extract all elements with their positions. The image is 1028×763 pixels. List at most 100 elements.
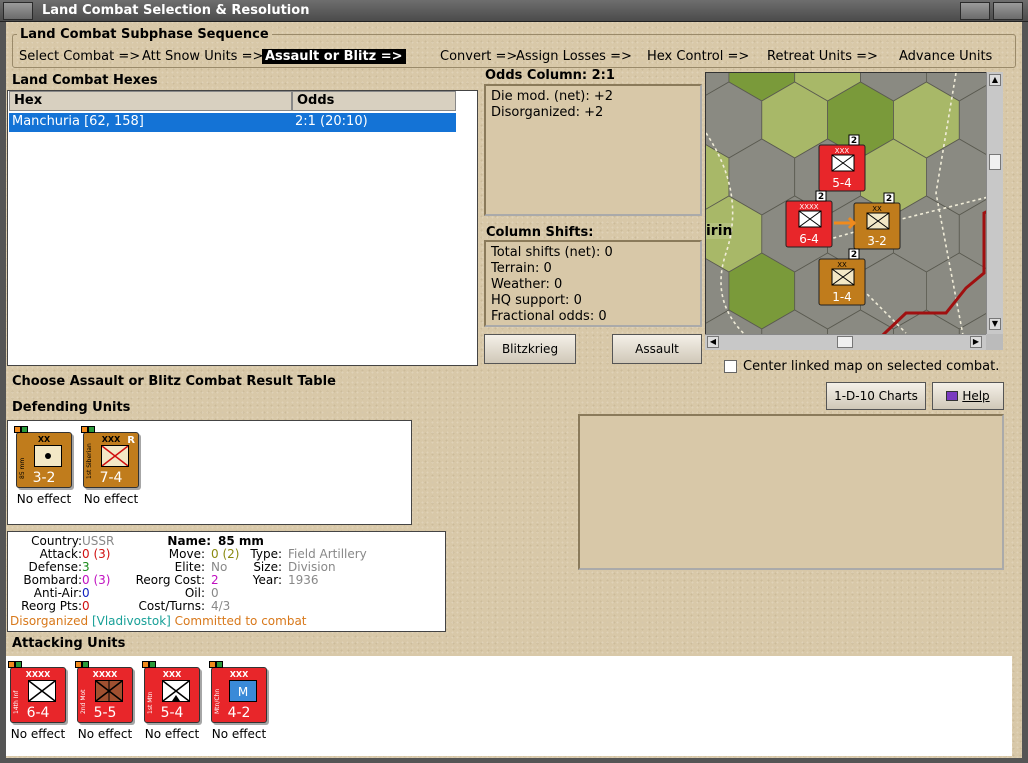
counter-status-icon bbox=[88, 426, 95, 433]
unit-strength: 5-4 bbox=[160, 705, 184, 721]
counter-flag-icon bbox=[142, 661, 149, 668]
subphase-step[interactable]: Hex Control => bbox=[647, 49, 749, 64]
shift-hq: HQ support: 0 bbox=[491, 293, 582, 308]
die-mod-text: Die mod. (net): +2 bbox=[491, 89, 614, 104]
close-button[interactable] bbox=[993, 2, 1023, 20]
unit-strength: 3-2 bbox=[32, 470, 56, 486]
map-counter-size: XX bbox=[837, 261, 847, 269]
mountain-symbol-icon bbox=[162, 680, 190, 702]
stack-count: 2 bbox=[851, 250, 857, 260]
counter-flag-icon bbox=[209, 661, 216, 668]
subphase-step[interactable]: Retreat Units => bbox=[767, 49, 878, 64]
subphase-step[interactable]: Assign Losses => bbox=[516, 49, 632, 64]
subphase-step[interactable]: Convert => bbox=[440, 49, 517, 64]
map-counter-size: XXXX bbox=[799, 203, 818, 211]
map-hex-grid: XXX5-42XXXX6-42XX3-22XX1-42 bbox=[706, 73, 1002, 349]
window-titlebar: Land Combat Selection & Resolution bbox=[0, 0, 1028, 22]
scroll-v-thumb[interactable] bbox=[989, 154, 1001, 170]
reserve-marker: R bbox=[127, 435, 135, 446]
unit-result-label: No effect bbox=[77, 727, 133, 741]
shifts-title: Column Shifts: bbox=[486, 225, 594, 240]
motorized-symbol-icon bbox=[95, 680, 123, 702]
status-committed: Committed to combat bbox=[174, 614, 307, 628]
window-menu-button[interactable] bbox=[3, 2, 33, 20]
hex-cell: Manchuria [62, 158] bbox=[12, 114, 144, 129]
unit-result-label: No effect bbox=[10, 727, 66, 741]
stack-count: 2 bbox=[818, 192, 824, 202]
minimize-button[interactable] bbox=[960, 2, 990, 20]
infantry-symbol-icon bbox=[28, 680, 56, 702]
attacking-unit-counter[interactable]: XXX Mtn/Chn M 4-2 bbox=[209, 661, 267, 723]
col-header-odds[interactable]: Odds bbox=[292, 91, 456, 111]
map-horizontal-scrollbar[interactable]: ◀ ▶ bbox=[705, 334, 986, 350]
unit-result-label: No effect bbox=[83, 492, 139, 506]
unit-strength: 4-2 bbox=[227, 705, 251, 721]
hexes-title: Land Combat Hexes bbox=[12, 73, 158, 88]
unit-strength: 5-5 bbox=[93, 705, 117, 721]
attacking-unit-counter[interactable]: XXXX 14th Inf 6-4 bbox=[8, 661, 66, 723]
assault-button[interactable]: Assault bbox=[612, 334, 702, 364]
counter-status-icon bbox=[149, 661, 156, 668]
odds-cell: 2:1 (20:10) bbox=[295, 114, 368, 129]
attacking-unit-counter[interactable]: XXX 1st Mtn 5-4 bbox=[142, 661, 200, 723]
subphase-step[interactable]: Assault or Blitz => bbox=[262, 49, 406, 64]
defending-panel: XX 85 mm 3-2 No effect XXX 1st Siberian R 7-4 No… bbox=[7, 420, 412, 525]
help-label: Help bbox=[962, 389, 990, 403]
bombard-base: (3) bbox=[93, 573, 111, 587]
attacking-unit-counter[interactable]: XXXX 2nd Mot 5-5 bbox=[75, 661, 133, 723]
map-counter-size: XXX bbox=[835, 147, 850, 155]
unit-strength: 6-4 bbox=[26, 705, 50, 721]
scroll-h-thumb[interactable] bbox=[837, 336, 853, 348]
move-base: (2) bbox=[222, 547, 240, 561]
subphase-title: Land Combat Subphase Sequence bbox=[17, 27, 272, 42]
counter-status-icon bbox=[21, 426, 28, 433]
defending-unit-counter[interactable]: XX 85 mm 3-2 bbox=[14, 426, 72, 488]
cost-turns-label: Cost/Turns: bbox=[138, 599, 205, 613]
map-counter-strength: 3-2 bbox=[867, 234, 887, 248]
center-map-label: Center linked map on selected combat. bbox=[743, 359, 1000, 374]
charts-button[interactable]: 1-D-10 Charts bbox=[826, 382, 926, 410]
bombard-value: 0 bbox=[82, 573, 90, 587]
odds-panel: Die mod. (net): +2 Disorganized: +2 bbox=[484, 84, 702, 216]
shift-weather: Weather: 0 bbox=[491, 277, 563, 292]
subphase-step[interactable]: Select Combat => bbox=[19, 49, 140, 64]
counter-flag-icon bbox=[8, 661, 15, 668]
unit-info-panel: Country: USSR Attack: 0 (3) Defense: 3 B… bbox=[7, 531, 446, 632]
unit-strength: 7-4 bbox=[99, 470, 123, 486]
counter-flag-icon bbox=[75, 661, 82, 668]
cost-turns-value: 4/3 bbox=[211, 599, 231, 613]
scroll-right-icon[interactable]: ▶ bbox=[970, 336, 982, 348]
col-header-hex[interactable]: Hex bbox=[9, 91, 292, 111]
map-vertical-scrollbar[interactable]: ▲ ▼ bbox=[986, 72, 1003, 334]
table-row[interactable]: Manchuria [62, 158] 2:1 (20:10) bbox=[9, 113, 456, 132]
svg-text:M: M bbox=[238, 685, 248, 699]
defending-title: Defending Units bbox=[12, 400, 131, 415]
reorg-pts-value: 0 bbox=[82, 599, 90, 613]
scroll-down-icon[interactable]: ▼ bbox=[989, 318, 1001, 330]
result-panel bbox=[578, 414, 1004, 570]
defending-unit-counter[interactable]: XXX 1st Siberian R 7-4 bbox=[81, 426, 139, 488]
map-place-label: irin bbox=[706, 223, 733, 239]
status-hq: [Vladivostok] bbox=[91, 614, 171, 628]
shift-terrain: Terrain: 0 bbox=[491, 261, 552, 276]
help-button[interactable]: Help bbox=[932, 382, 1004, 410]
disorganized-mod-text: Disorganized: +2 bbox=[491, 105, 604, 120]
blitzkrieg-button[interactable]: Blitzkrieg bbox=[484, 334, 576, 364]
year-value: 1936 bbox=[288, 573, 319, 587]
counter-status-icon bbox=[15, 661, 22, 668]
mini-map[interactable]: XXX 5-4 2 XXXX 6-4 2 XX 3-2 2 XX 1-4 2 irin bbox=[705, 72, 1003, 350]
subphase-step[interactable]: Advance Units bbox=[899, 49, 992, 64]
map-counter-strength: 5-4 bbox=[832, 176, 852, 190]
unit-result-label: No effect bbox=[211, 727, 267, 741]
choose-table-label: Choose Assault or Blitz Combat Result Ta… bbox=[12, 374, 336, 389]
scroll-up-icon[interactable]: ▲ bbox=[989, 74, 1001, 86]
unit-result-label: No effect bbox=[16, 492, 72, 506]
center-map-checkbox[interactable] bbox=[724, 360, 737, 373]
attack-base: (3) bbox=[93, 547, 111, 561]
subphase-step[interactable]: Att Snow Units => bbox=[142, 49, 263, 64]
scroll-corner bbox=[986, 334, 1003, 350]
counter-status-icon bbox=[216, 661, 223, 668]
scroll-left-icon[interactable]: ◀ bbox=[707, 336, 719, 348]
counter-flag-icon bbox=[14, 426, 21, 433]
infantry-symbol-icon bbox=[101, 445, 129, 467]
